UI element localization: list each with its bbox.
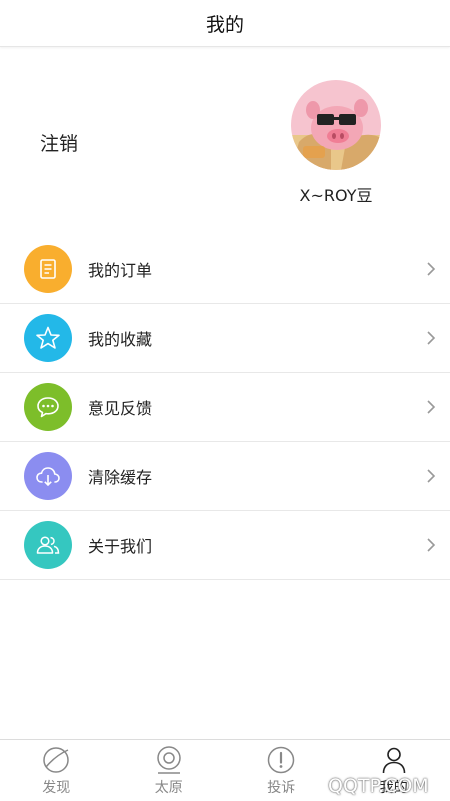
user-icon xyxy=(379,745,409,775)
chat-bubble-icon xyxy=(24,383,72,431)
menu-item-label: 我的收藏 xyxy=(88,326,152,350)
username: X~ROY豆 xyxy=(286,182,386,206)
tab-taiyuan[interactable]: 太原 xyxy=(113,740,226,801)
tab-discover[interactable]: 发现 xyxy=(0,740,113,801)
tab-label: 发现 xyxy=(42,777,70,797)
chevron-right-icon xyxy=(426,330,436,346)
menu-list: 我的订单 我的收藏 意见反馈 清除缓存 关于我们 xyxy=(0,235,450,580)
page-title: 我的 xyxy=(206,10,244,37)
menu-item-label: 关于我们 xyxy=(88,533,152,557)
menu-item-label: 我的订单 xyxy=(88,257,152,281)
logout-button[interactable]: 注销 xyxy=(40,129,78,156)
alert-icon xyxy=(266,745,296,775)
chevron-right-icon xyxy=(426,261,436,277)
tab-complaint[interactable]: 投诉 xyxy=(225,740,338,801)
tab-label: 投诉 xyxy=(267,777,295,797)
menu-item-clear-cache[interactable]: 清除缓存 xyxy=(0,442,450,511)
document-icon xyxy=(24,245,72,293)
avatar[interactable] xyxy=(291,80,381,170)
cloud-download-icon xyxy=(24,452,72,500)
pig-avatar-image xyxy=(291,80,381,170)
top-nav-bar: 我的 xyxy=(0,0,450,47)
menu-item-label: 清除缓存 xyxy=(88,464,152,488)
menu-item-label: 意见反馈 xyxy=(88,395,152,419)
star-icon xyxy=(24,314,72,362)
location-pin-icon xyxy=(154,745,184,775)
menu-item-feedback[interactable]: 意见反馈 xyxy=(0,373,450,442)
chevron-right-icon xyxy=(426,399,436,415)
profile-section: 注销 X~ROY豆 xyxy=(0,47,450,232)
people-icon xyxy=(24,521,72,569)
tab-label: 太原 xyxy=(155,777,183,797)
chevron-right-icon xyxy=(426,468,436,484)
menu-item-about-us[interactable]: 关于我们 xyxy=(0,511,450,580)
menu-item-orders[interactable]: 我的订单 xyxy=(0,235,450,304)
chevron-right-icon xyxy=(426,537,436,553)
planet-icon xyxy=(41,745,71,775)
menu-item-favorites[interactable]: 我的收藏 xyxy=(0,304,450,373)
watermark: QQTP.COM xyxy=(328,775,429,797)
